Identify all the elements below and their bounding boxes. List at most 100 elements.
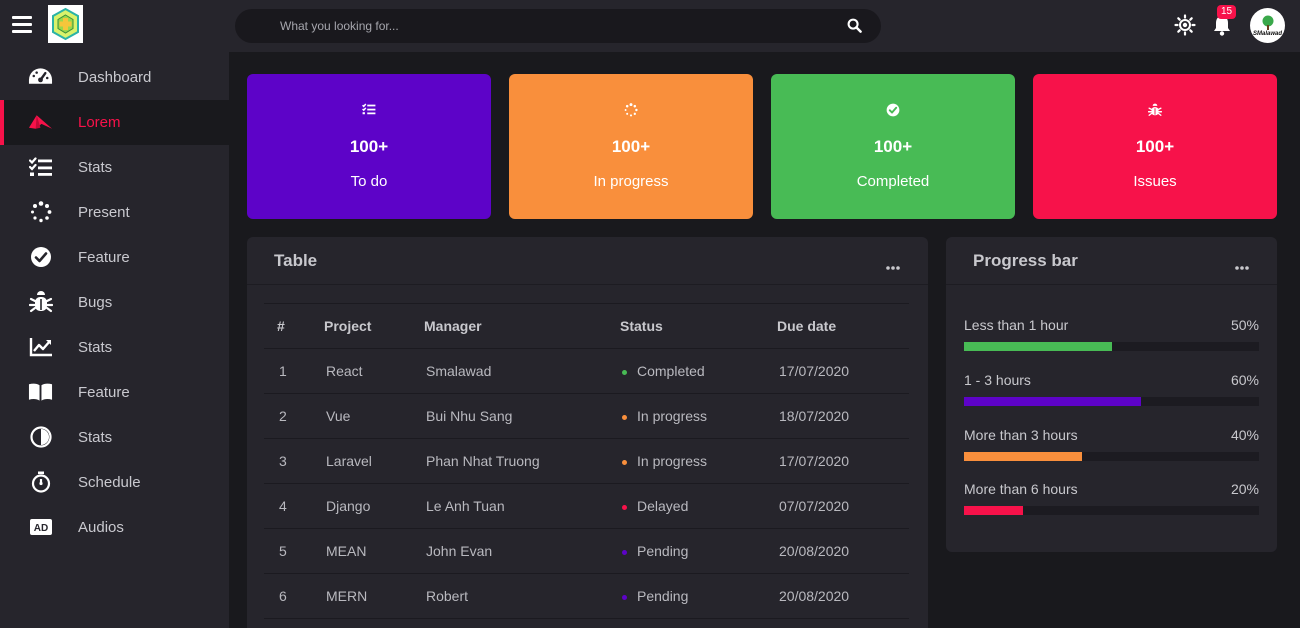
- status-dot: [622, 459, 627, 465]
- status-cell: Pending: [620, 573, 777, 619]
- sidebar-item-present[interactable]: Present: [0, 190, 229, 235]
- spinner-icon: [509, 103, 753, 117]
- list-check-icon: [28, 156, 53, 178]
- bug-icon: [1033, 103, 1277, 117]
- bug-icon: [28, 291, 53, 313]
- sidebar-item-stats-adjust[interactable]: Stats: [0, 415, 229, 460]
- notification-badge: 15: [1217, 5, 1237, 19]
- row-number: 1: [264, 348, 324, 394]
- card-value: 100+: [1135, 137, 1175, 156]
- status-text: Completed: [637, 363, 705, 379]
- sidebar-item-label: Schedule: [78, 474, 141, 491]
- card-completed[interactable]: 100+ Completed: [771, 74, 1015, 219]
- chart-line-icon: [28, 336, 53, 358]
- table-panel: Table # Project Manager Status Due date …: [247, 237, 928, 628]
- table-row[interactable]: 6 MERN Robert Pending 20/08/2020: [264, 573, 909, 619]
- svg-text:AD: AD: [33, 523, 47, 534]
- divider: [946, 284, 1277, 285]
- manager-cell: Smalawad: [424, 348, 620, 394]
- table-row[interactable]: 4 Django Le Anh Tuan Delayed 07/07/2020: [264, 483, 909, 529]
- ad-icon: AD: [28, 516, 53, 538]
- row-number: 4: [264, 483, 324, 529]
- sidebar-item-label: Stats: [78, 429, 113, 446]
- sidebar-item-lorem[interactable]: Lorem: [0, 100, 229, 145]
- sidebar-item-stats[interactable]: Stats: [0, 145, 229, 190]
- theme-toggle-icon[interactable]: [1174, 14, 1196, 41]
- search-input[interactable]: [235, 9, 835, 43]
- progress-label: Less than 1 hour: [964, 317, 1069, 333]
- card-value: 100+: [873, 137, 913, 156]
- sidebar-item-label: Lorem: [78, 114, 121, 131]
- manager-cell: Le Anh Tuan: [424, 483, 620, 529]
- table-row[interactable]: 1 React Smalawad Completed 17/07/2020: [264, 348, 909, 394]
- progress-fill: [964, 342, 1112, 351]
- table-header-row: # Project Manager Status Due date: [264, 303, 909, 349]
- status-cell: Delayed: [620, 483, 777, 529]
- sidebar-item-label: Audios: [78, 519, 124, 536]
- table-row[interactable]: 5 MEAN John Evan Pending 20/08/2020: [264, 528, 909, 574]
- sidebar-item-audios[interactable]: AD Audios: [0, 505, 229, 550]
- panel-title: Progress bar: [973, 251, 1078, 270]
- search-icon[interactable]: [847, 18, 862, 38]
- card-label: Issues: [1133, 173, 1177, 190]
- status-text: In progress: [637, 453, 708, 469]
- table-row[interactable]: 3 Laravel Phan Nhat Truong In progress 17/07…: [264, 438, 909, 484]
- progress-track: [964, 452, 1259, 461]
- status-cell: In progress: [620, 438, 777, 484]
- tree-icon: [1262, 15, 1273, 30]
- sidebar-item-label: Bugs: [78, 294, 113, 311]
- status-dot: [622, 504, 627, 510]
- dashboard-icon: [28, 66, 53, 88]
- card-label: Completed: [856, 173, 930, 190]
- panel-title: Table: [274, 251, 318, 270]
- row-number: 5: [264, 528, 324, 574]
- card-label: In progress: [593, 173, 669, 190]
- sidebar-item-dashboard[interactable]: Dashboard: [0, 55, 229, 100]
- status-cell: Pending: [620, 528, 777, 574]
- manager-cell: John Evan: [424, 528, 620, 574]
- more-options-icon[interactable]: [886, 257, 900, 275]
- project-cell: Laravel: [324, 438, 424, 484]
- sidebar: Dashboard Lorem Stats Present Feature Bu…: [0, 52, 229, 628]
- status-text: In progress: [637, 408, 708, 424]
- divider: [247, 284, 928, 285]
- progress-label: More than 3 hours: [964, 427, 1078, 443]
- sidebar-item-stats-chart[interactable]: Stats: [0, 325, 229, 370]
- status-dot: [622, 369, 627, 375]
- column-header: Project: [324, 303, 424, 349]
- card-todo[interactable]: 100+ To do: [247, 74, 491, 219]
- app-logo[interactable]: [48, 5, 83, 43]
- row-number: 6: [264, 573, 324, 619]
- sidebar-item-label: Stats: [78, 339, 113, 356]
- table-row[interactable]: 2 Vue Bui Nhu Sang In progress 18/07/2020: [264, 393, 909, 439]
- due-date-cell: 17/07/2020: [777, 438, 909, 484]
- project-cell: MERN: [324, 573, 424, 619]
- column-header: Due date: [777, 303, 909, 349]
- sidebar-item-feature[interactable]: Feature: [0, 235, 229, 280]
- sidebar-item-bugs[interactable]: Bugs: [0, 280, 229, 325]
- row-number: 2: [264, 393, 324, 439]
- progress-track: [964, 397, 1259, 406]
- list-check-icon: [247, 103, 491, 117]
- sidebar-item-label: Dashboard: [78, 69, 152, 86]
- due-date-cell: 17/07/2020: [777, 348, 909, 394]
- spinner-icon: [28, 201, 53, 223]
- project-cell: Django: [324, 483, 424, 529]
- progress-value: 50%: [1230, 317, 1259, 333]
- sidebar-item-feature-book[interactable]: Feature: [0, 370, 229, 415]
- project-cell: MEAN: [324, 528, 424, 574]
- progress-value: 60%: [1230, 372, 1259, 388]
- more-options-icon[interactable]: [1235, 257, 1249, 275]
- sidebar-item-schedule[interactable]: Schedule: [0, 460, 229, 505]
- status-cell: Completed: [620, 348, 777, 394]
- card-in-progress[interactable]: 100+ In progress: [509, 74, 753, 219]
- progress-fill: [964, 397, 1141, 406]
- card-value: 100+: [611, 137, 651, 156]
- hamburger-menu-icon[interactable]: [12, 16, 32, 34]
- card-value: 100+: [349, 137, 389, 156]
- top-bar: 15 SMalawad: [0, 0, 1300, 52]
- project-cell: Vue: [324, 393, 424, 439]
- avatar[interactable]: SMalawad: [1250, 8, 1285, 43]
- project-cell: React: [324, 348, 424, 394]
- card-issues[interactable]: 100+ Issues: [1033, 74, 1277, 219]
